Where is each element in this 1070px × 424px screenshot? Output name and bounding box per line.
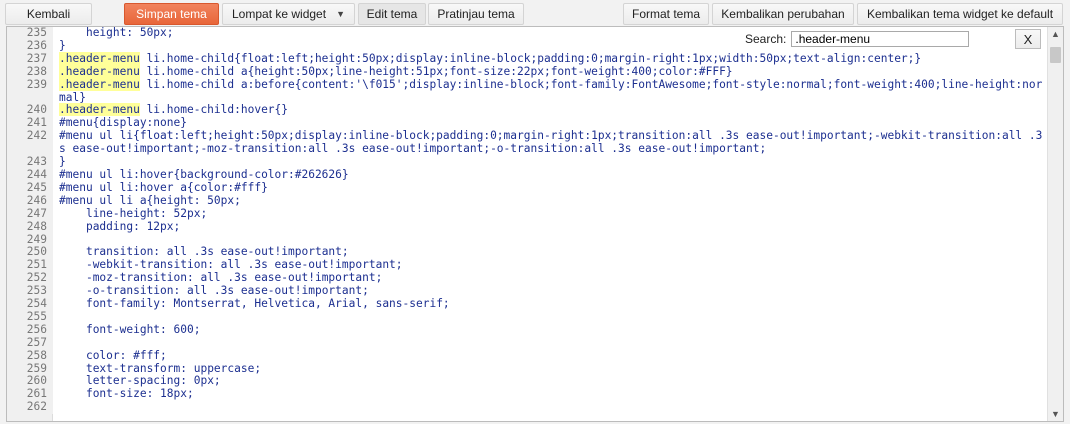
code-text: letter-spacing: 0px; — [59, 374, 221, 388]
code-line[interactable]: 238 .header-menu li.home-child a{height:5… — [7, 64, 1047, 79]
search-label: Search: — [745, 32, 787, 46]
code-line[interactable]: 245 #menu ul li:hover a{color:#fff} — [7, 180, 1047, 195]
line-number: 239 — [7, 78, 53, 105]
code-text: font-family: Montserrat, Helvetica, Aria… — [59, 297, 450, 311]
line-number: 238 — [7, 65, 53, 79]
line-number: 235 — [7, 27, 53, 40]
code-line[interactable]: 247 line-height: 52px; — [7, 206, 1047, 221]
code-text: font-weight: 600; — [59, 322, 201, 336]
code-text: #menu ul li a{height: 50px; — [59, 193, 241, 207]
code-text: line-height: 52px; — [59, 206, 208, 220]
scrollbar-thumb[interactable] — [1050, 47, 1061, 63]
save-theme-button[interactable]: Simpan tema — [124, 3, 219, 25]
code-text: .header-menu li.home-child{float:left;he… — [59, 51, 922, 65]
scroll-down-icon[interactable]: ▼ — [1048, 407, 1063, 421]
revert-widget-default-button[interactable]: Kembalikan tema widget ke default — [857, 3, 1063, 25]
code-line[interactable]: 242 #menu ul li{float:left;height:50px;di… — [7, 129, 1047, 157]
search-input[interactable] — [791, 31, 970, 47]
line-number: 245 — [7, 181, 53, 195]
code-text: #menu ul li:hover{background-color:#2626… — [59, 167, 349, 181]
line-number: 248 — [7, 220, 53, 234]
line-number: 262 — [7, 400, 53, 415]
line-number: 254 — [7, 297, 53, 311]
search-match-highlight: .header-menu — [59, 64, 140, 78]
code-line[interactable]: 257 — [7, 336, 1047, 350]
jump-to-widget-label: Lompat ke widget — [232, 7, 327, 21]
code-line[interactable]: 261 font-size: 18px; — [7, 387, 1047, 402]
code-line[interactable]: 254 font-family: Montserrat, Helvetica, … — [7, 297, 1047, 311]
line-number: 247 — [7, 207, 53, 221]
code-text: #menu ul li{float:left;height:50px;displ… — [59, 129, 1043, 156]
line-number: 237 — [7, 52, 53, 66]
code-line[interactable]: 237 .header-menu li.home-child{float:left… — [7, 51, 1047, 66]
code-line[interactable]: 248 padding: 12px; — [7, 219, 1047, 234]
tab-preview-theme[interactable]: Pratinjau tema — [428, 3, 524, 25]
vertical-scrollbar[interactable]: ▲ ▼ — [1047, 27, 1063, 421]
code-text: color: #fff; — [59, 348, 167, 362]
line-number: 255 — [7, 310, 53, 324]
code-text: .header-menu li.home-child a:before{cont… — [59, 77, 1043, 104]
line-number: 256 — [7, 323, 53, 337]
code-area[interactable]: 235 height: 50px; 236} 237 .header-menu li.… — [7, 27, 1047, 415]
code-line[interactable]: 239 .header-menu li.home-child a:before{c… — [7, 77, 1047, 105]
line-number: 244 — [7, 168, 53, 182]
line-number: 258 — [7, 349, 53, 363]
code-line[interactable]: 262 — [7, 400, 1047, 415]
code-editor[interactable]: 235 height: 50px; 236} 237 .header-menu li.… — [6, 26, 1064, 422]
jump-to-widget-dropdown[interactable]: Lompat ke widget ▼ — [222, 3, 355, 25]
back-button[interactable]: Kembali — [5, 3, 92, 25]
chevron-down-icon: ▼ — [336, 9, 345, 19]
search-bar: Search: X — [739, 29, 1041, 49]
code-text: padding: 12px; — [59, 219, 181, 233]
search-close-button[interactable]: X — [1015, 29, 1041, 49]
code-line[interactable]: 255 — [7, 310, 1047, 324]
code-line[interactable]: 244 #menu ul li:hover{background-color:#2… — [7, 167, 1047, 182]
line-number: 236 — [7, 39, 53, 53]
tab-edit-theme[interactable]: Edit tema — [358, 3, 426, 25]
code-line[interactable]: 246 #menu ul li a{height: 50px; — [7, 193, 1047, 208]
code-text: .header-menu li.home-child:hover{} — [59, 103, 289, 117]
code-text: font-size: 18px; — [59, 387, 194, 401]
search-match-highlight: .header-menu — [59, 51, 140, 65]
line-number: 246 — [7, 194, 53, 208]
scroll-up-icon[interactable]: ▲ — [1048, 27, 1063, 41]
search-match-highlight: .header-menu — [59, 77, 140, 91]
format-theme-button[interactable]: Format tema — [623, 3, 709, 25]
editor-toolbar: Kembali Simpan tema Lompat ke widget ▼ E… — [0, 0, 1070, 26]
code-text: #menu ul li:hover a{color:#fff} — [59, 180, 268, 194]
line-number: 257 — [7, 336, 53, 350]
search-match-highlight: .header-menu — [59, 103, 140, 117]
revert-changes-button[interactable]: Kembalikan perubahan — [712, 3, 854, 25]
code-text: .header-menu li.home-child a{height:50px… — [59, 64, 733, 78]
line-number: 242 — [7, 129, 53, 157]
code-line[interactable]: 256 font-weight: 600; — [7, 322, 1047, 337]
code-line[interactable]: 258 color: #fff; — [7, 348, 1047, 363]
